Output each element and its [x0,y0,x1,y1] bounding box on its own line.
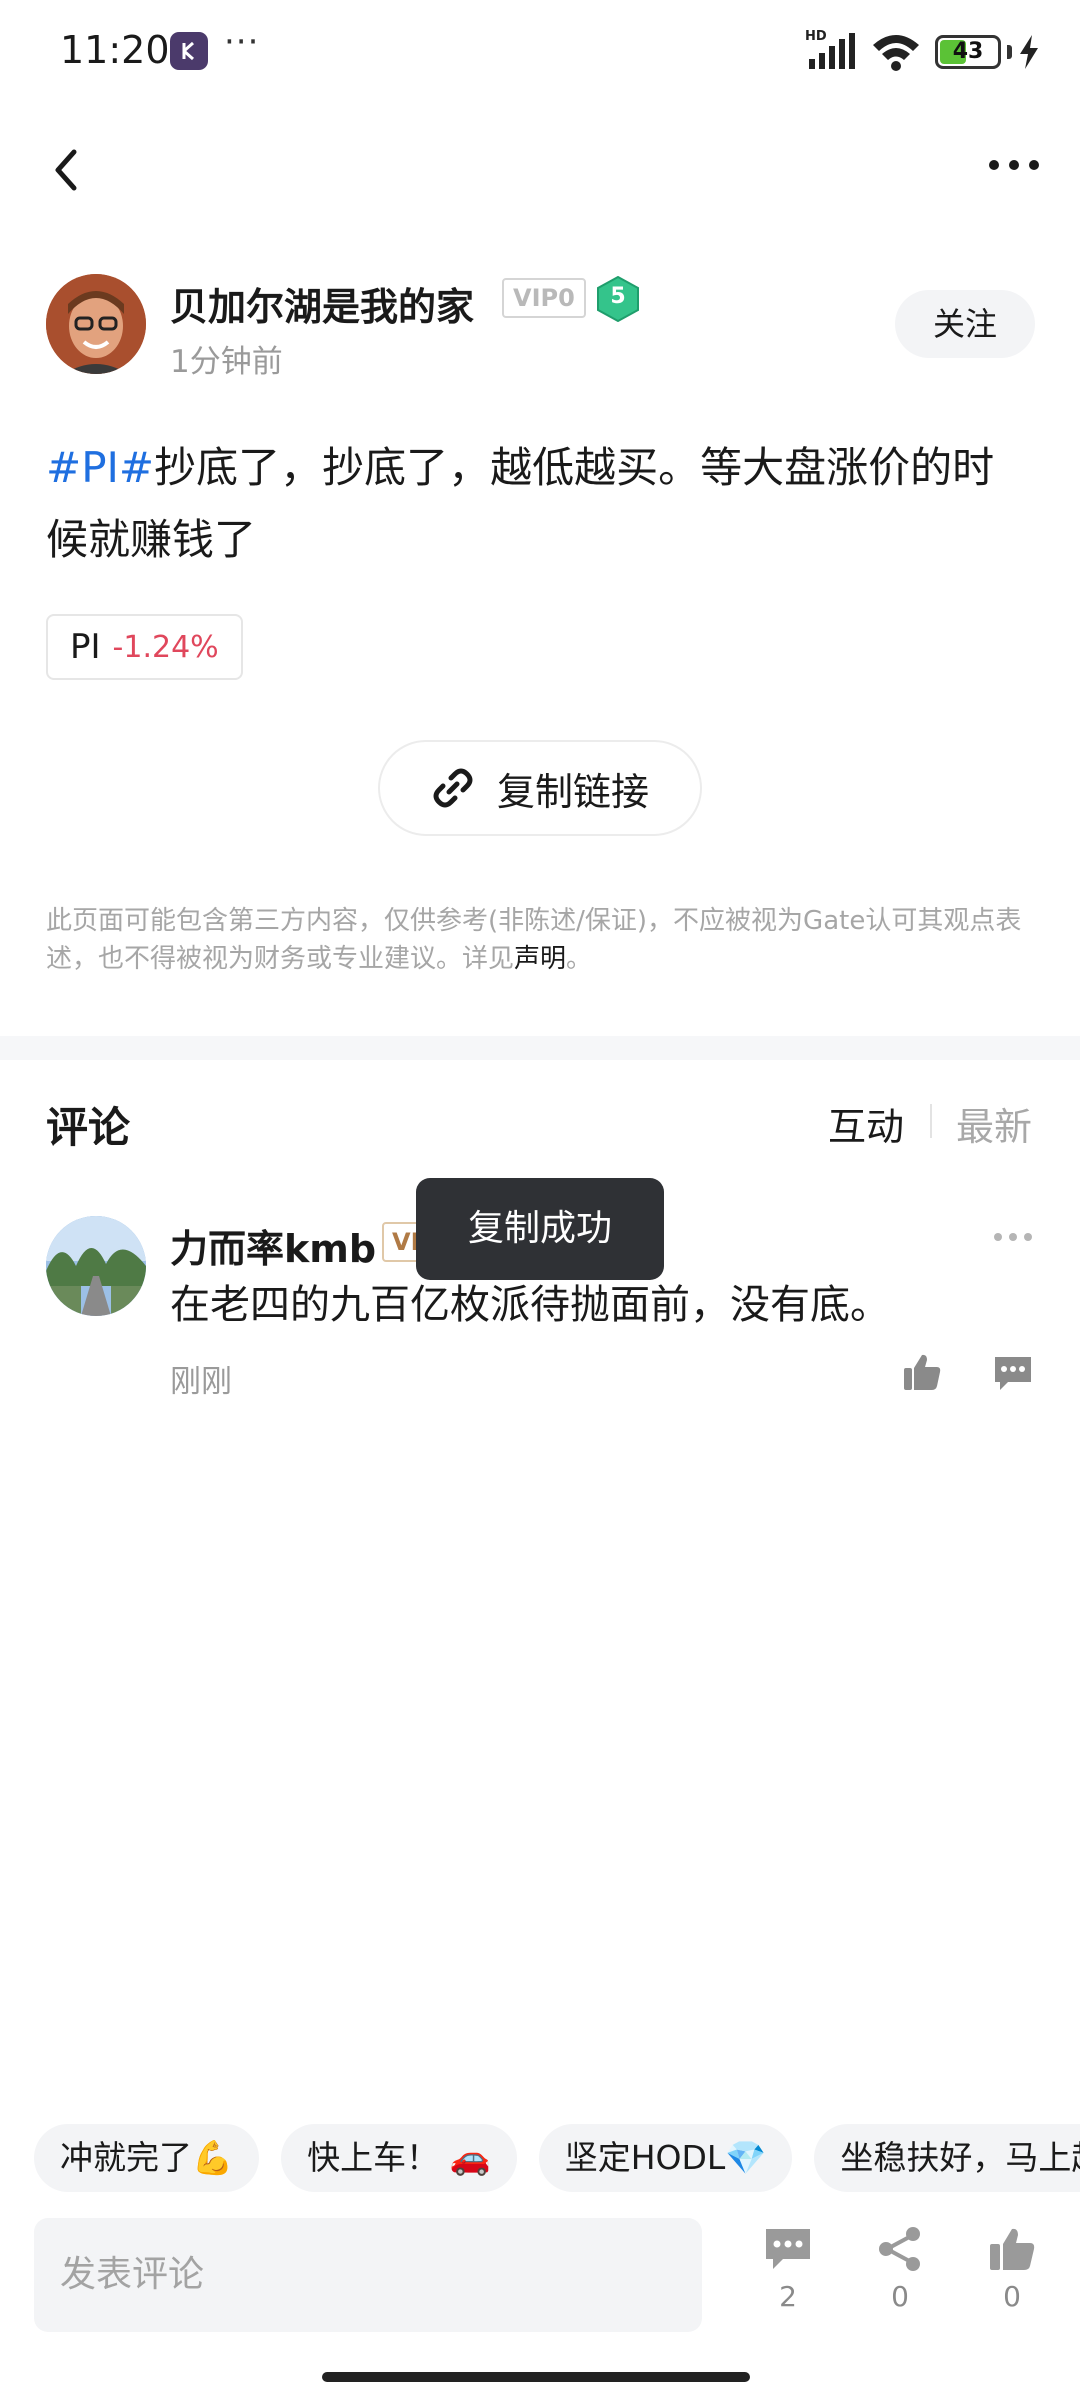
link-icon [433,768,473,808]
share-icon [879,2227,920,2271]
coin-tag[interactable]: PI -1.24% [46,614,243,680]
comment-like-icon[interactable] [902,1352,942,1392]
quick-reply-chip[interactable]: 快上车！ 🚗 [281,2124,517,2192]
post-time: 1分钟前 [170,344,283,380]
quick-replies: 冲就完了💪 快上车！ 🚗 坚定HODL💎 坐稳扶好，马上起飞 [34,2124,1080,2192]
post-text: 抄底了，抄底了，越低越买。等大盘涨价的时候就赚钱了 [46,443,995,564]
battery-icon: 43 [935,35,1001,69]
coin-symbol: PI [70,627,101,667]
home-indicator[interactable] [322,2372,750,2382]
comment-icon [766,2229,810,2269]
follow-button[interactable]: 关注 [895,290,1035,358]
level-badge: 5 [596,276,640,322]
copy-success-toast: 复制成功 [416,1178,664,1280]
copy-link-button[interactable]: 复制链接 [378,740,702,836]
disclaimer-end: 。 [566,944,593,974]
comment-count: 2 [779,2280,797,2313]
comments-title: 评论 [46,1103,131,1152]
copy-link-label: 复制链接 [496,769,649,814]
sort-divider [930,1104,932,1138]
post-content: #PI#抄底了，抄底了，越低越买。等大盘涨价的时候就赚钱了 [46,432,1036,576]
sort-interactive-tab[interactable]: 互动 [828,1096,904,1151]
like-icon [990,2228,1035,2270]
like-action[interactable]: 0 [972,2226,1052,2313]
wifi-icon [873,35,919,71]
comment-username[interactable]: 力而率kmb [170,1218,376,1273]
disclaimer: 此页面可能包含第三方内容，仅供参考(非陈述/保证)，不应被视为Gate认可其观点… [46,902,1046,978]
sort-latest-tab[interactable]: 最新 [956,1096,1032,1151]
quick-reply-chip[interactable]: 坚定HODL💎 [538,2124,793,2192]
comment-time: 刚刚 [170,1364,232,1400]
status-time: 11:20 [60,28,170,72]
level-number: 5 [610,284,626,309]
comment-reply-icon[interactable] [992,1354,1034,1392]
coin-change: -1.24% [112,629,219,665]
more-notifications-icon: ··· [224,22,260,62]
status-icons: HD 43 [805,29,1040,74]
share-action[interactable]: 0 [860,2226,940,2313]
like-count: 0 [1003,2280,1021,2313]
comment-text: 在老四的九百亿枚派待抛面前，没有底。 [170,1282,890,1328]
app-notification-icon [170,32,208,70]
author-name[interactable]: 贝加尔湖是我的家 [170,276,474,331]
more-options-icon[interactable] [986,150,1042,180]
status-bar: 11:20 ··· HD 43 [0,0,1080,100]
disclaimer-link[interactable]: 声明 [514,944,566,974]
quick-reply-chip[interactable]: 冲就完了💪 [34,2124,260,2192]
comment-more-icon[interactable] [992,1230,1034,1244]
quick-reply-chip[interactable]: 坐稳扶好，马上起飞 [814,2124,1080,2192]
back-icon[interactable] [44,140,94,200]
author-avatar[interactable] [46,274,146,374]
comment-input[interactable]: 发表评论 [34,2218,702,2332]
signal-icon: HD [805,29,857,71]
vip-badge: VIP0 [502,278,586,318]
comment-avatar[interactable] [46,1216,146,1316]
section-divider [0,1036,1080,1060]
hashtag-link[interactable]: #PI# [46,443,154,492]
comment-action[interactable]: 2 [748,2226,828,2313]
share-count: 0 [891,2280,909,2313]
charging-icon [1020,35,1038,69]
battery-level: 43 [952,39,984,64]
